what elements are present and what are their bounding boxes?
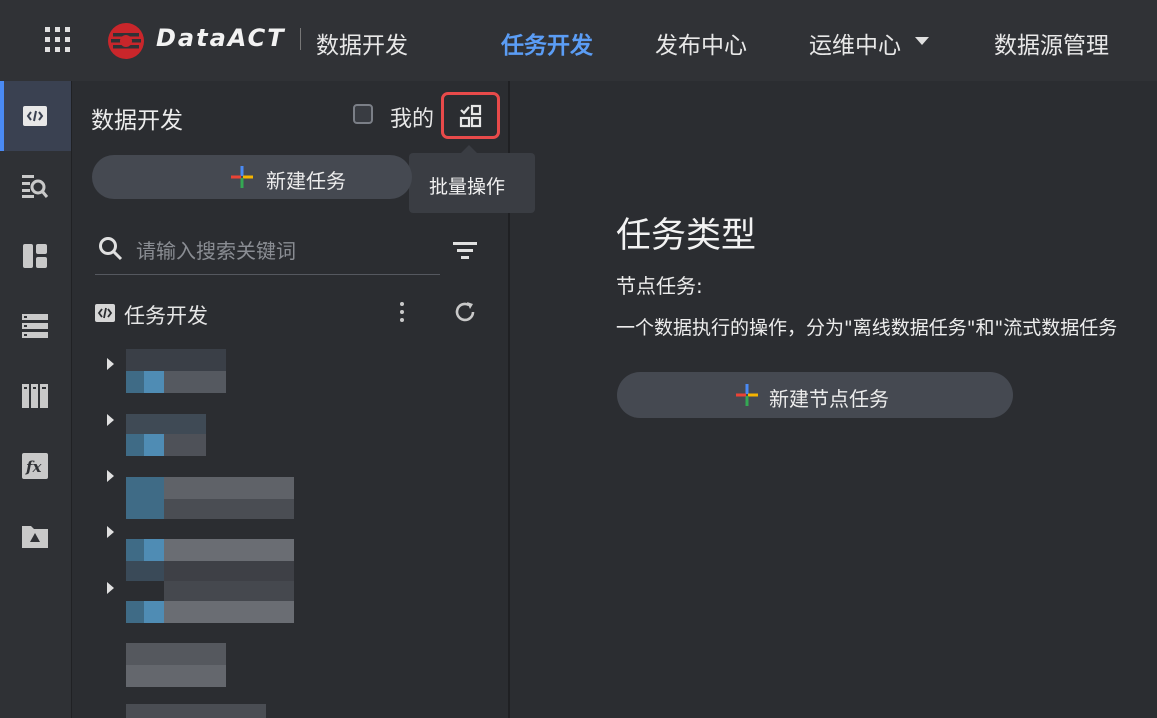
panel-title: 数据开发 [91, 108, 183, 134]
plus-icon [736, 384, 758, 406]
search-input[interactable] [136, 236, 426, 266]
folder-drive-icon[interactable] [21, 522, 49, 550]
new-task-label: 新建任务 [266, 169, 346, 193]
nav-release-center[interactable]: 发布中心 [655, 26, 747, 60]
mine-checkbox[interactable] [353, 104, 373, 124]
layout-icon[interactable] [21, 242, 49, 270]
filter-icon[interactable] [452, 240, 478, 262]
plus-icon [231, 166, 253, 188]
chevron-down-icon[interactable] [915, 37, 929, 45]
search-icon [99, 237, 123, 261]
mine-label[interactable]: 我的 [390, 101, 434, 133]
app-grid-icon[interactable] [45, 27, 71, 53]
code-icon [95, 304, 115, 322]
search-list-icon[interactable] [21, 172, 49, 200]
tree-root-label[interactable]: 任务开发 [124, 300, 208, 330]
batch-operation-button[interactable] [441, 92, 500, 139]
expand-arrow-icon[interactable] [107, 470, 114, 482]
brand-name: DataACT [156, 24, 286, 52]
new-task-button[interactable]: 新建任务 [92, 155, 412, 199]
code-icon[interactable] [21, 102, 49, 130]
expand-arrow-icon[interactable] [107, 582, 114, 594]
expand-arrow-icon[interactable] [107, 526, 114, 538]
tooltip-text: 批量操作 [429, 176, 506, 198]
table-icon[interactable] [21, 312, 49, 340]
batch-operation-tooltip: 批量操作 [409, 145, 535, 213]
nav-datasource-mgmt[interactable]: 数据源管理 [994, 26, 1109, 60]
header-divider [300, 28, 301, 50]
refresh-icon[interactable] [453, 300, 477, 324]
section-title: 数据开发 [316, 33, 408, 59]
function-icon[interactable]: fx [21, 452, 49, 480]
node-task-subtitle: 节点任务: [616, 274, 703, 298]
nav-ops-center[interactable]: 运维中心 [809, 26, 901, 60]
svg-text:fx: fx [25, 458, 42, 476]
more-vertical-icon[interactable] [398, 300, 406, 324]
logo-icon [108, 23, 144, 59]
new-node-task-label: 新建节点任务 [769, 387, 889, 411]
search-underline [95, 274, 440, 275]
task-type-title: 任务类型 [616, 216, 757, 256]
expand-arrow-icon[interactable] [107, 414, 114, 426]
expand-arrow-icon[interactable] [107, 358, 114, 370]
library-icon[interactable] [21, 382, 49, 410]
new-node-task-button[interactable]: 新建节点任务 [617, 372, 1013, 418]
node-task-description: 一个数据执行的操作，分为"离线数据任务"和"流式数据任务 [616, 317, 1118, 339]
nav-task-dev[interactable]: 任务开发 [501, 26, 593, 60]
